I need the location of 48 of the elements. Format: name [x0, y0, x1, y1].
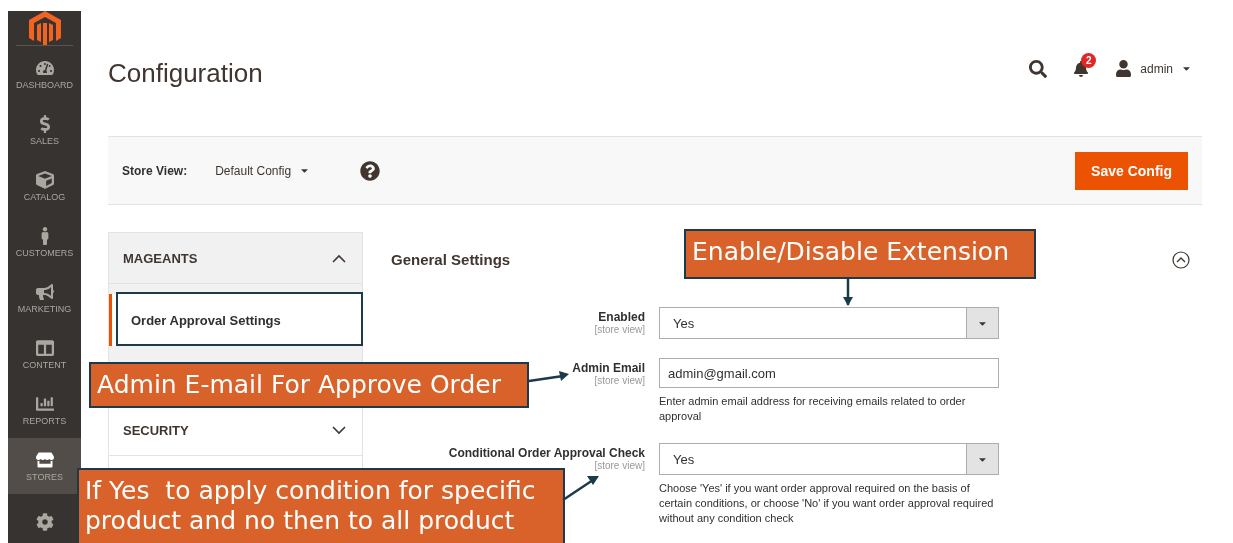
sidebar-item[interactable]: CUSTOMERS	[8, 214, 81, 270]
sidebar-item[interactable]: CATALOG	[8, 158, 81, 214]
sidebar-item[interactable]: STORES	[8, 438, 81, 494]
config-tab-item[interactable]: Order Approval Settings	[109, 294, 362, 346]
gear-icon[interactable]	[35, 513, 54, 531]
notification-badge: 2	[1081, 52, 1097, 68]
select-field[interactable]: Yes	[659, 307, 999, 339]
collapse-icon[interactable]	[1172, 250, 1190, 269]
annotation-callout: Admin E-mail For Approve Order	[89, 362, 529, 408]
store-view-label: Store View:	[122, 163, 188, 178]
select-field[interactable]: Yes	[659, 443, 999, 475]
field-label: Enabled	[598, 310, 645, 324]
annotation-arrow	[562, 476, 599, 502]
menu-icon	[35, 58, 54, 77]
search-icon[interactable]	[1029, 59, 1048, 78]
field-label: Admin Email	[572, 361, 645, 375]
annotation-callout: If Yes to apply condition for specific product and no then to all product	[77, 468, 565, 543]
page-title: Configuration	[108, 58, 263, 89]
user-icon	[1115, 60, 1133, 77]
scope-label: [store view]	[594, 460, 645, 471]
sidebar-item[interactable]: DASHBOARD	[8, 46, 81, 102]
sidebar-item[interactable]: REPORTS	[8, 382, 81, 438]
sidebar-item[interactable]: MARKETING	[8, 270, 81, 326]
sidebar-item[interactable]: SALES	[8, 102, 81, 158]
logo-icon	[28, 11, 61, 45]
chevron-icon	[332, 425, 346, 435]
menu-icon	[35, 282, 54, 301]
annotation-arrow	[843, 279, 853, 306]
sidebar-item[interactable]: CONTENT	[8, 326, 81, 382]
section-title: General Settings	[391, 251, 511, 268]
email-input[interactable]: admin@gmail.com	[659, 358, 999, 388]
menu-icon	[35, 450, 54, 469]
chevron-icon	[332, 253, 346, 263]
field-note: Choose 'Yes' if you want order approval required on the basis of certain conditions, or choose 'No' if you want order approval required without any condition check	[659, 481, 995, 526]
field-note: Enter admin email address for receiving emails related to order approval	[659, 394, 967, 424]
menu-icon	[35, 338, 54, 357]
annotation-callout: Enable/Disable Extension	[684, 229, 1036, 279]
menu-icon	[35, 170, 54, 189]
user-menu[interactable]: admin	[1115, 60, 1192, 77]
save-config-button[interactable]: Save Config	[1075, 151, 1188, 190]
store-view-switcher[interactable]: Default Config	[209, 162, 317, 179]
help-icon[interactable]	[360, 160, 381, 181]
menu-icon	[35, 394, 54, 413]
scope-label: [store view]	[594, 324, 645, 335]
scope-label: [store view]	[594, 375, 645, 386]
config-tab-header[interactable]: MAGEANTS	[109, 233, 362, 284]
annotation-arrow	[528, 371, 569, 383]
field-label: Conditional Order Approval Check	[448, 446, 645, 460]
